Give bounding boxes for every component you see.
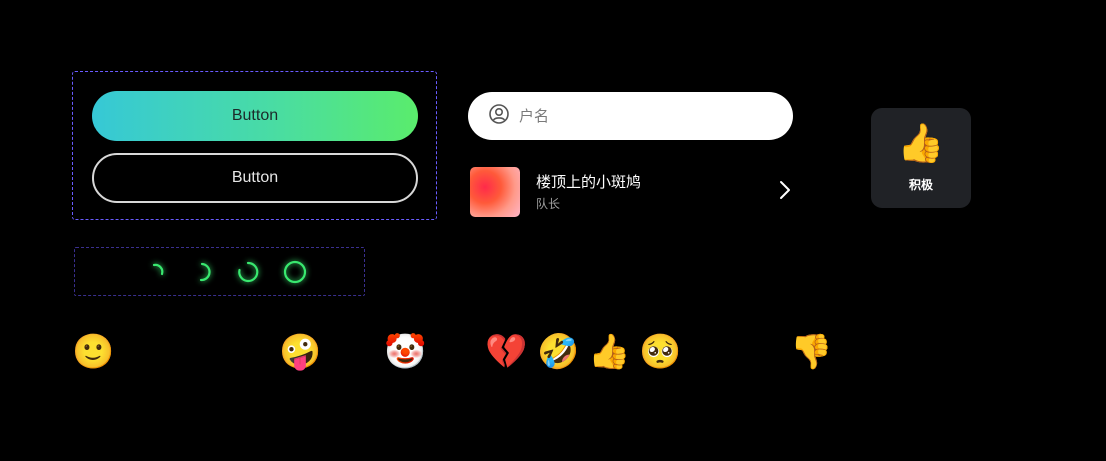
zany-face-icon[interactable]: 🤪: [279, 332, 321, 372]
emoji-picker-row: 🙂 😊 😓 😈 🤪 😄 🤡 😫 💔 🤣 👍 🥺 😔 😭 👎 😕 😣 🙃 😠: [72, 332, 1042, 374]
pensive-face-icon[interactable]: 😔: [688, 332, 728, 372]
chevron-right-icon: [779, 180, 793, 205]
component-showcase: Button Button 楼顶上的小斑鸠: [0, 0, 1106, 461]
secondary-outline-button[interactable]: Button: [92, 153, 418, 203]
smiling-devil-icon[interactable]: 😈: [224, 332, 264, 372]
pleading-face-icon[interactable]: 🥺: [639, 332, 681, 372]
list-item-title: 楼顶上的小斑鸠: [536, 173, 642, 191]
slightly-smiling-face-icon[interactable]: 🙂: [72, 332, 114, 372]
thumbs-up-icon[interactable]: 👍: [588, 332, 630, 372]
user-icon: [488, 103, 510, 130]
loading-spinner-icon: [235, 259, 261, 285]
thumbs-up-icon: 👍: [897, 123, 945, 165]
list-item-subtitle: 队长: [536, 196, 561, 211]
primary-gradient-button[interactable]: Button: [92, 91, 418, 141]
persevering-face-icon[interactable]: 😣: [891, 332, 931, 372]
tired-face-icon[interactable]: 😫: [435, 332, 475, 372]
thumbs-down-icon[interactable]: 👎: [790, 332, 832, 372]
smiling-face-icon[interactable]: 😊: [123, 332, 163, 372]
grinning-face-icon[interactable]: 😄: [333, 332, 373, 372]
button-group: Button Button: [72, 71, 437, 220]
loading-spinner-icon: [191, 259, 217, 285]
angry-face-icon[interactable]: 😠: [993, 332, 1033, 372]
username-search-box[interactable]: [468, 92, 793, 140]
broken-heart-icon[interactable]: 💔: [485, 332, 527, 372]
list-item-text: 楼顶上的小斑鸠 队长: [536, 172, 779, 213]
loading-spinner-icon: [143, 259, 169, 285]
reaction-card-positive[interactable]: 👍 积极: [871, 108, 971, 208]
rolling-laughing-icon[interactable]: 🤣: [537, 332, 579, 372]
upside-down-face-icon[interactable]: 🙃: [942, 332, 982, 372]
loading-spinner-group: [74, 247, 365, 296]
reaction-label: 积极: [908, 178, 933, 192]
username-input[interactable]: [519, 107, 769, 125]
clown-face-icon[interactable]: 🤡: [384, 332, 426, 372]
member-list-item[interactable]: 楼顶上的小斑鸠 队长: [470, 167, 793, 217]
avatar: [470, 167, 520, 217]
sweat-face-icon[interactable]: 😓: [174, 332, 214, 372]
crying-face-icon[interactable]: 😭: [739, 332, 779, 372]
confused-face-icon[interactable]: 😕: [841, 332, 881, 372]
loading-spinner-icon: [282, 259, 308, 285]
